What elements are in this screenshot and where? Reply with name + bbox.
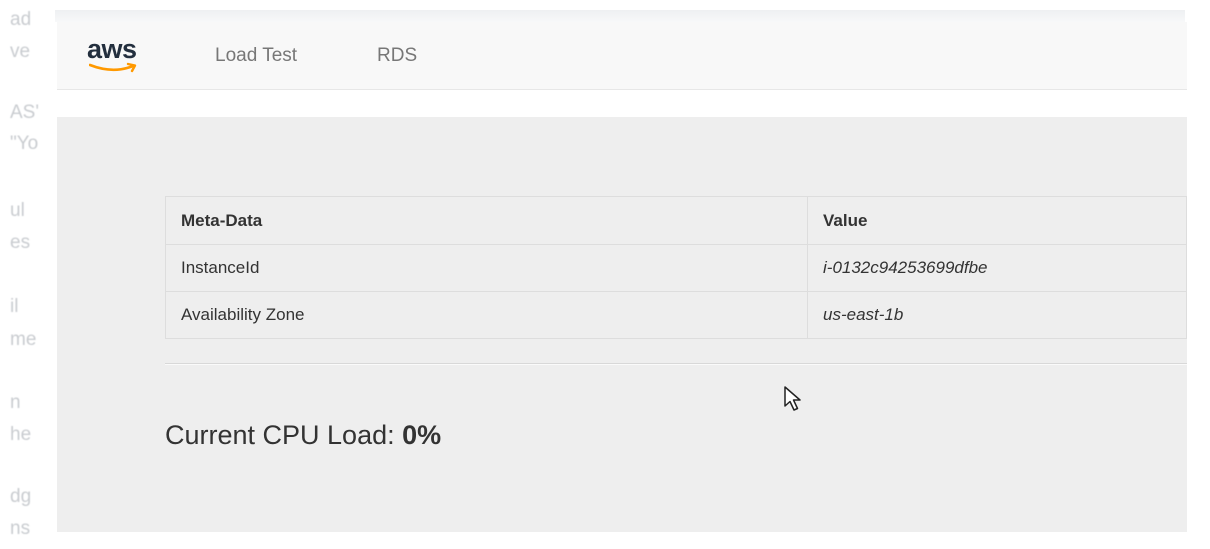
main-panel: Meta-Data Value InstanceId i-0132c942536…: [57, 117, 1187, 532]
column-header-meta-data: Meta-Data: [165, 196, 808, 245]
bg-fragment: ul: [10, 200, 25, 221]
background-document-fragments: ad ve AS' "Yo ul es il me n he dg ns: [0, 0, 60, 549]
table-row: Availability Zone us-east-1b: [165, 291, 1187, 339]
bg-fragment: AS': [10, 102, 39, 123]
bg-fragment: ns: [10, 518, 31, 539]
window-top-strip: [55, 10, 1185, 22]
nav-link-rds[interactable]: RDS: [377, 45, 417, 67]
bg-fragment: n: [10, 392, 21, 413]
table-row: InstanceId i-0132c94253699dfbe: [165, 244, 1187, 292]
aws-smile-icon: [89, 62, 137, 73]
table-header-row: Meta-Data Value: [165, 196, 1187, 245]
aws-logo[interactable]: aws: [87, 34, 167, 78]
nav-link-load-test[interactable]: Load Test: [215, 45, 297, 67]
bg-fragment: "Yo: [10, 133, 39, 154]
cpu-load-label: Current CPU Load:: [165, 420, 403, 450]
row-value: i-0132c94253699dfbe: [807, 244, 1187, 292]
bg-fragment: es: [10, 232, 31, 253]
navbar: aws Load Test RDS: [57, 22, 1187, 90]
bg-fragment: ad: [10, 9, 32, 30]
row-value: us-east-1b: [807, 291, 1187, 339]
cpu-load-value: 0%: [402, 420, 442, 450]
bg-fragment: dg: [10, 486, 32, 507]
row-key: InstanceId: [165, 244, 808, 292]
bg-fragment: ve: [10, 41, 31, 62]
page: ad ve AS' "Yo ul es il me n he dg ns aws…: [0, 0, 1210, 549]
brand-text: aws: [87, 34, 137, 64]
bg-fragment: me: [10, 329, 37, 350]
row-key: Availability Zone: [165, 291, 808, 339]
bg-fragment: il: [10, 296, 19, 317]
horizontal-divider: [165, 363, 1187, 365]
column-header-value: Value: [807, 196, 1187, 245]
mouse-pointer-icon: [784, 386, 801, 411]
cpu-load-readout: Current CPU Load: 0%: [165, 420, 441, 451]
metadata-table: Meta-Data Value InstanceId i-0132c942536…: [165, 196, 1187, 339]
bg-fragment: he: [10, 424, 32, 445]
